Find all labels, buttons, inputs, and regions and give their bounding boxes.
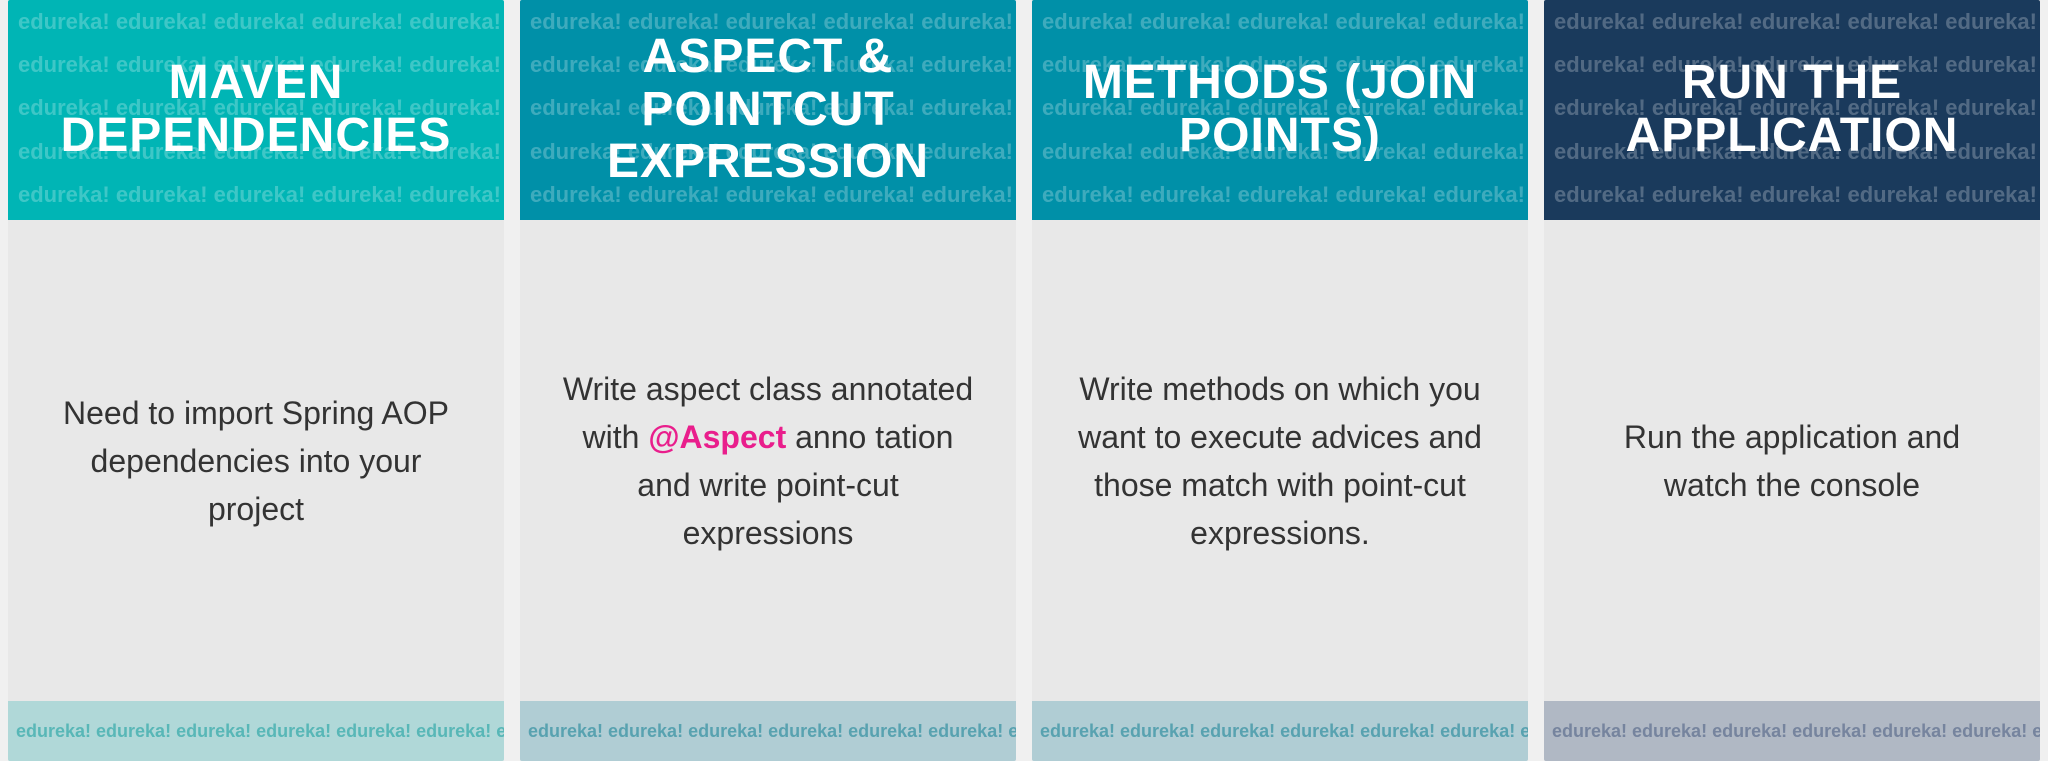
card-4-header: edureka! edureka! edureka! edureka! edur… bbox=[1544, 0, 2040, 220]
card-3-body-text: Write methods on which you want to execu… bbox=[1072, 365, 1488, 557]
card-2-footer: edureka! edureka! edureka! edureka! edur… bbox=[520, 701, 1016, 761]
card-1-header: edureka! edureka! edureka! edureka! edur… bbox=[8, 0, 504, 220]
card-4-title: RUN THE APPLICATION bbox=[1574, 57, 2010, 163]
card-3-body: Write methods on which you want to execu… bbox=[1032, 220, 1528, 701]
card-4-footer: edureka! edureka! edureka! edureka! edur… bbox=[1544, 701, 2040, 761]
card-3-header: edureka! edureka! edureka! edureka! edur… bbox=[1032, 0, 1528, 220]
card-maven-dependencies: edureka! edureka! edureka! edureka! edur… bbox=[8, 0, 504, 761]
card-4-body: Run the application and watch the consol… bbox=[1544, 220, 2040, 701]
page-wrapper: edureka! edureka! edureka! edureka! edur… bbox=[0, 0, 2048, 761]
card-4-body-text: Run the application and watch the consol… bbox=[1584, 413, 2000, 509]
card-1-footer: edureka! edureka! edureka! edureka! edur… bbox=[8, 701, 504, 761]
card-1-body: Need to import Spring AOP dependencies i… bbox=[8, 220, 504, 701]
card-1-body-text: Need to import Spring AOP dependencies i… bbox=[48, 389, 464, 533]
card-2-title: ASPECT & POINTCUT EXPRESSION bbox=[550, 31, 986, 189]
card-1-footer-watermark: edureka! edureka! edureka! edureka! edur… bbox=[8, 721, 504, 742]
card-4-footer-watermark: edureka! edureka! edureka! edureka! edur… bbox=[1544, 721, 2040, 742]
card-2-body: Write aspect class annotated with @Aspec… bbox=[520, 220, 1016, 701]
card-aspect-pointcut: edureka! edureka! edureka! edureka! edur… bbox=[520, 0, 1016, 761]
card-2-footer-watermark: edureka! edureka! edureka! edureka! edur… bbox=[520, 721, 1016, 742]
card-methods-join-points: edureka! edureka! edureka! edureka! edur… bbox=[1032, 0, 1528, 761]
aspect-annotation-highlight: @Aspect bbox=[648, 419, 786, 455]
card-3-title: METHODS (JOIN POINTS) bbox=[1062, 57, 1498, 163]
card-1-title: MAVEN DEPENDENCIES bbox=[38, 57, 474, 163]
card-3-footer-watermark: edureka! edureka! edureka! edureka! edur… bbox=[1032, 721, 1528, 742]
card-3-footer: edureka! edureka! edureka! edureka! edur… bbox=[1032, 701, 1528, 761]
card-2-header: edureka! edureka! edureka! edureka! edur… bbox=[520, 0, 1016, 220]
card-run-application: edureka! edureka! edureka! edureka! edur… bbox=[1544, 0, 2040, 761]
card-2-body-text: Write aspect class annotated with @Aspec… bbox=[560, 365, 976, 557]
